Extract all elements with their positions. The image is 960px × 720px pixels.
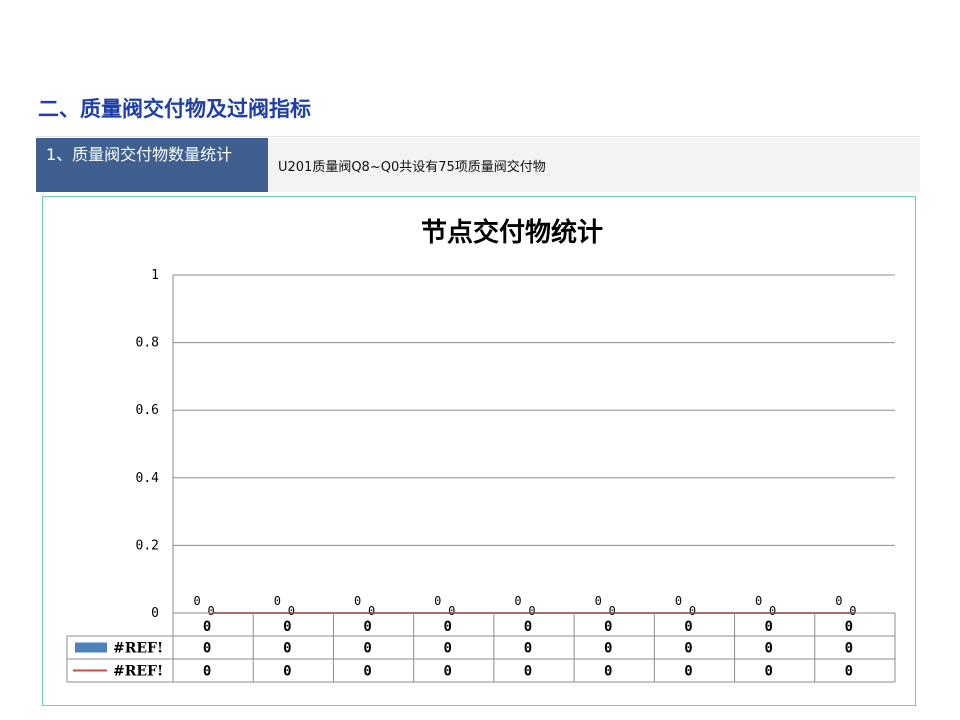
title-divider [36, 136, 920, 137]
line-data-label: 0 [288, 604, 295, 618]
bar-data-label: 0 [755, 594, 762, 608]
bar-data-label: 0 [675, 594, 682, 608]
table-cell: 0 [604, 641, 612, 657]
bar-data-label: 0 [595, 594, 602, 608]
table-cell: 0 [764, 664, 772, 680]
chart-title: 节点交付物统计 [421, 217, 603, 248]
table-cell: 0 [845, 664, 853, 680]
table-cell: 0 [363, 664, 371, 680]
chart-frame: 节点交付物统计 0 0.2 0.4 0.6 0.8 1 0 0 0 0 0 0 0 0 0 0 0 0 0 0 0 0 0 0 0… [42, 196, 916, 706]
table-cell: 0 [524, 664, 532, 680]
bar-data-label: 0 [514, 594, 521, 608]
table-cell: 0 [444, 641, 452, 657]
line-data-label: 0 [207, 604, 214, 618]
bar-data-label: 0 [354, 594, 361, 608]
table-cell: 0 [845, 641, 853, 657]
legend-label: #REF! [113, 641, 163, 657]
metric-label: 1、质量阀交付物数量统计 [36, 138, 268, 192]
line-data-label: 0 [609, 604, 616, 618]
y-tick-label: 1 [151, 268, 159, 283]
table-cell: 0 [203, 641, 211, 657]
bar-data-label: 0 [835, 594, 842, 608]
table-cell: 0 [604, 664, 612, 680]
metric-description: U201质量阀Q8~Q0共设有75项质量阀交付物 [268, 138, 920, 192]
bar-data-label: 0 [434, 594, 441, 608]
table-cell: 0 [444, 664, 452, 680]
x-tick-label: 0 [203, 619, 211, 635]
bar-data-label: 0 [193, 594, 200, 608]
y-tick-label: 0.2 [136, 538, 159, 553]
table-cell: 0 [363, 641, 371, 657]
line-data-label: 0 [528, 604, 535, 618]
y-tick-label: 0.8 [136, 336, 159, 351]
line-data-label: 0 [849, 604, 856, 618]
x-tick-label: 0 [524, 619, 532, 635]
table-cell: 0 [764, 641, 772, 657]
x-tick-label: 0 [363, 619, 371, 635]
legend-key-bar [75, 642, 107, 653]
section-title: 二、质量阀交付物及过阀指标 [38, 97, 311, 121]
legend-label: #REF! [113, 664, 163, 680]
table-cell: 0 [203, 664, 211, 680]
y-tick-label: 0.4 [136, 471, 160, 486]
line-data-label: 0 [689, 604, 696, 618]
x-tick-label: 0 [845, 619, 853, 635]
x-tick-label: 0 [604, 619, 612, 635]
table-cell: 0 [684, 641, 692, 657]
y-tick-label: 0.6 [136, 403, 159, 418]
table-cell: 0 [524, 641, 532, 657]
line-data-label: 0 [769, 604, 776, 618]
x-tick-label: 0 [684, 619, 692, 635]
table-cell: 0 [283, 664, 291, 680]
x-tick-label: 0 [283, 619, 291, 635]
line-data-label: 0 [368, 604, 375, 618]
x-tick-label: 0 [764, 619, 772, 635]
deliverables-chart: 节点交付物统计00.20.40.60.810 0 0 0 0 0 0 0 00 0 0 0 0 0 0 0 00… [66, 217, 896, 683]
x-tick-label: 0 [444, 619, 452, 635]
y-tick-label: 0 [151, 606, 159, 621]
table-cell: 0 [283, 641, 291, 657]
bar-data-label: 0 [274, 594, 281, 608]
table-cell: 0 [684, 664, 692, 680]
line-data-label: 0 [448, 604, 455, 618]
